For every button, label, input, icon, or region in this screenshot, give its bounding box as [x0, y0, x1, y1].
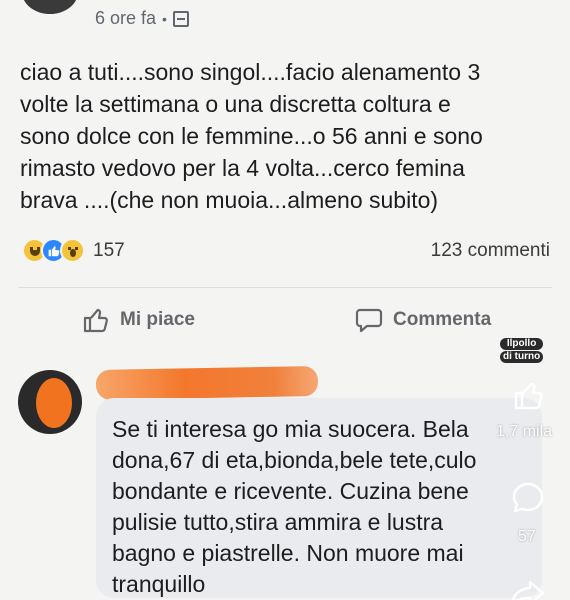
- reaction-count: 157: [93, 239, 125, 261]
- overlay-comment-icon[interactable]: [510, 480, 546, 516]
- post-text: ciao a tuti....sono singol....facio alen…: [20, 56, 540, 216]
- meta-separator: •: [162, 10, 167, 27]
- comment-text: Se ti interesa go mia suocera. Bela dona…: [112, 414, 512, 600]
- watermark-line: di turno: [500, 351, 544, 363]
- post-text-line: volte la settimana o una discretta coltu…: [20, 91, 451, 117]
- watermark-logo: Ilpollo di turno: [500, 338, 544, 364]
- post-text-line: rimasto vedovo per la 4 volta...cerco fe…: [20, 155, 465, 181]
- comment-icon: [355, 308, 383, 333]
- post-text-line: brava ....(che non muoia...almeno subito…: [20, 187, 439, 213]
- comment-label: Commenta: [393, 309, 492, 330]
- comment-text-line: bondante e ricevente. Cuzina bene: [112, 478, 469, 504]
- watermark-line: Ilpollo: [500, 338, 544, 350]
- overlay-like-icon[interactable]: [512, 378, 546, 412]
- redacted-commenter-name: [95, 366, 319, 400]
- comment-text-line: bagno e piastrelle. Non muore mai: [112, 540, 464, 566]
- commenter-avatar[interactable]: [18, 370, 82, 434]
- comment-button[interactable]: Commenta: [355, 306, 491, 334]
- like-button[interactable]: Mi piace: [82, 306, 195, 334]
- wow-icon: [60, 238, 85, 263]
- post-author-avatar[interactable]: [22, 0, 78, 14]
- divider: [18, 287, 552, 288]
- comments-count[interactable]: 123 commenti: [431, 240, 550, 262]
- post-time[interactable]: 6 ore fa: [95, 8, 156, 29]
- like-label: Mi piace: [120, 309, 195, 330]
- reactions-summary[interactable]: 157: [22, 238, 125, 263]
- comment-text-line: tranquillo: [112, 571, 206, 597]
- comment-text-line: Se ti interesa go mia suocera. Bela: [112, 416, 469, 442]
- post-text-line: ciao a tuti....sono singol....facio alen…: [20, 59, 481, 85]
- overlay-likes-count: 1,7 mila: [496, 423, 553, 440]
- comment-text-line: dona,67 di eta,bionda,bele tete,culo: [112, 447, 477, 473]
- overlay-comments-count: 57: [518, 528, 536, 545]
- overlay-share-icon[interactable]: [510, 580, 546, 600]
- post-text-line: sono dolce con le femmine...o 56 anni e …: [20, 123, 483, 149]
- audience-icon[interactable]: [172, 10, 189, 27]
- post-meta: 6 ore fa •: [95, 8, 189, 29]
- thumbs-up-icon: [83, 308, 108, 333]
- comment-text-line: pulisie tutto,stira ammira e lustra: [112, 509, 444, 535]
